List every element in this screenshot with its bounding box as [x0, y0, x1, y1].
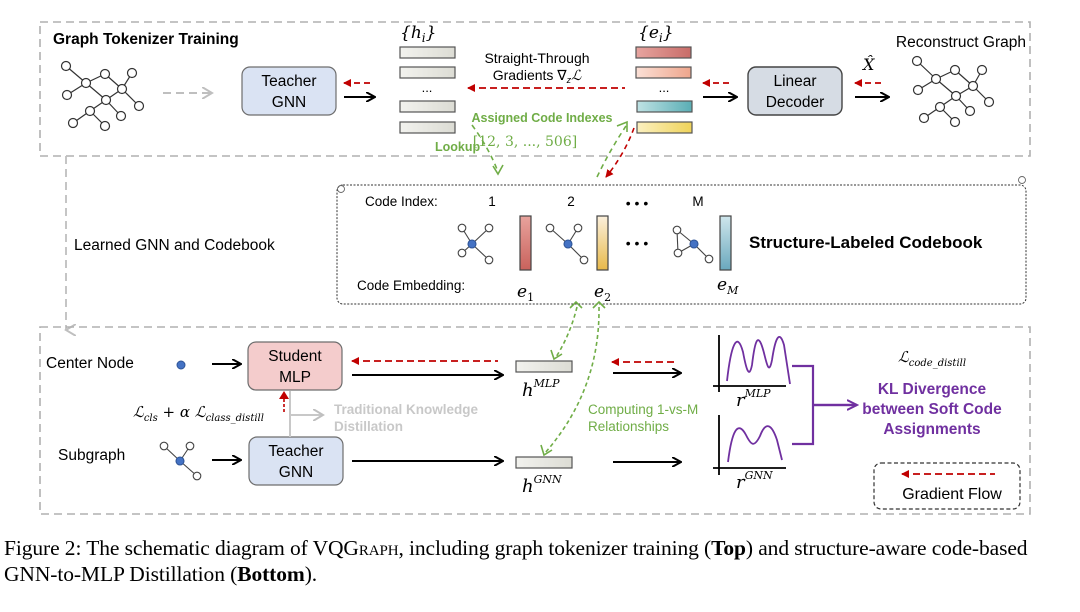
computing-label-1: Computing 1-vs-M: [588, 402, 698, 417]
computing-label-2: Relationships: [588, 419, 669, 434]
assigned-code-indexes-label: Assigned Code Indexes: [471, 111, 612, 125]
caption-top: Top: [711, 536, 746, 560]
student-mlp-label-2: MLP: [279, 369, 311, 386]
straight-through-label-2: Gradients ∇zℒ: [493, 67, 582, 85]
code-2-structure-icon: [545, 223, 589, 265]
lookup-label: Lookup: [435, 140, 480, 154]
code-m-structure-icon: [672, 225, 714, 264]
kl-label-1: KL Divergence: [878, 381, 987, 398]
h-ellipsis: ...: [422, 80, 433, 95]
teacher-gnn-top-label-1: Teacher: [261, 73, 316, 90]
code-embedding-2: e2: [594, 282, 611, 304]
center-node-label: Center Node: [46, 355, 134, 372]
r-mlp-curve: [726, 336, 791, 385]
subgraph-icon: [159, 441, 202, 481]
code-1-structure-icon: [457, 223, 494, 265]
figure-caption: Figure 2: The schematic diagram of VQGra…: [4, 535, 1076, 587]
code-index-label: Code Index:: [365, 194, 438, 209]
traditional-kd-label-1: Traditional Knowledge: [334, 402, 479, 417]
reconstructed-graph-icon: [911, 55, 995, 128]
code-index-m: M: [692, 194, 703, 209]
code-embedding-label: Code Embedding:: [357, 278, 465, 293]
x-hat-label: X̂: [861, 55, 875, 74]
caption-name-small: raph: [358, 536, 399, 560]
cls-loss-formula: ℒcls + α ℒclass_distill: [133, 403, 264, 424]
teacher-gnn-bottom-label-2: GNN: [279, 464, 313, 481]
student-mlp-label-1: Student: [268, 348, 322, 365]
linear-decoder-label-2: Decoder: [766, 94, 825, 111]
r-gnn-label: rGNN: [736, 469, 773, 493]
codebook-title: Structure-Labeled Codebook: [749, 233, 983, 252]
h-gnn-label: hGNN: [522, 473, 562, 497]
code-embedding-m: eM: [717, 275, 739, 297]
teacher-gnn-top-label-2: GNN: [272, 94, 306, 111]
code-index-2: 2: [567, 194, 575, 209]
code-index-1: 1: [488, 194, 496, 209]
caption-mid: , including graph tokenizer training (: [398, 536, 712, 560]
code-embedding-bar-2: [596, 215, 609, 271]
reconstruct-graph-label: Reconstruct Graph: [896, 34, 1026, 51]
straight-through-label-1: Straight-Through: [484, 50, 589, 66]
r-mlp-plot: [713, 335, 791, 392]
caption-name: VQG: [312, 536, 359, 560]
caption-prefix: Figure 2: The schematic diagram of: [4, 536, 313, 560]
index-list: [12, 3, ..., 506]: [473, 134, 577, 150]
legend-label: Gradient Flow: [902, 486, 1002, 503]
h-gnn-vector: [515, 456, 573, 469]
h-mlp-vector: [515, 360, 573, 373]
traditional-kd-label-2: Distillation: [334, 419, 403, 434]
codebook-to-hmlp-arrow: [555, 306, 578, 358]
code-structure-dots: • • •: [626, 235, 649, 251]
code-distill-loss: ℒcode_distill: [898, 348, 966, 369]
teacher-gnn-bottom-label-1: Teacher: [268, 443, 323, 460]
top-section-title: Graph Tokenizer Training: [53, 31, 239, 48]
kl-label-2: between Soft Code: [862, 401, 1002, 418]
subgraph-label: Subgraph: [58, 447, 125, 464]
code-embedding-bar-1: [519, 215, 532, 271]
r-gnn-curve: [727, 425, 783, 463]
linear-decoder-label-1: Linear: [773, 73, 816, 90]
r-mlp-label: rMLP: [736, 387, 771, 411]
kl-label-3: Assignments: [883, 421, 980, 438]
e-ellipsis: ...: [659, 80, 670, 95]
caption-end: ).: [304, 562, 318, 586]
vqgraph-diagram: Graph Tokenizer Training Teacher GNN {hi…: [39, 21, 1031, 515]
learned-gnn-codebook-label: Learned GNN and Codebook: [74, 237, 275, 254]
code-index-dots: • • •: [626, 195, 649, 211]
code-embedding-1: e1: [517, 282, 534, 304]
code-embedding-bar-m: [719, 215, 732, 271]
r-gnn-plot: [713, 415, 786, 475]
e-set-label: {ei}: [638, 23, 674, 45]
h-mlp-label: hMLP: [522, 377, 560, 401]
h-set-label: {hi}: [400, 23, 436, 45]
center-node-dot: [176, 360, 186, 370]
caption-bottom: Bottom: [237, 562, 305, 586]
input-graph-icon: [60, 60, 145, 132]
